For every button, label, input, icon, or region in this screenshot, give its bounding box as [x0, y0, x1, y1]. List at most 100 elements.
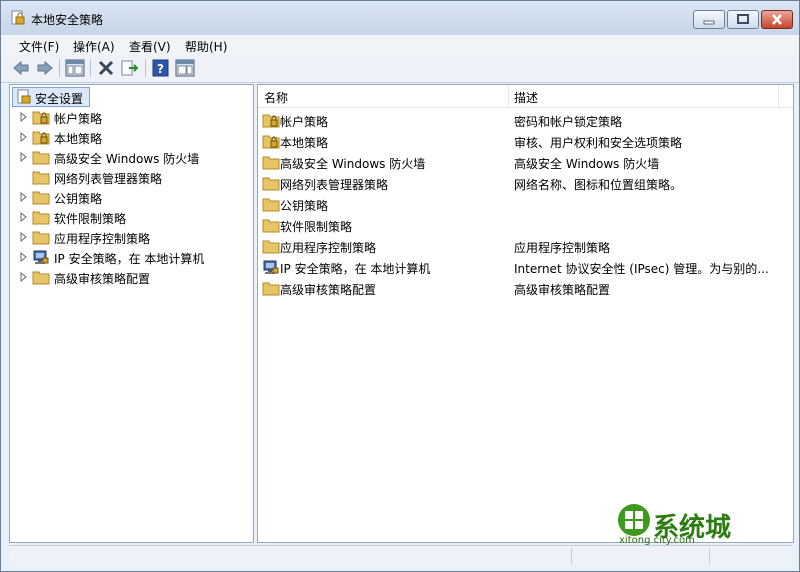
- list-item-name: 本地策略: [280, 136, 329, 150]
- list-row-app-control[interactable]: 应用程序控制策略 应用程序控制策略: [258, 236, 793, 256]
- expand-arrow-icon[interactable]: [20, 272, 28, 282]
- security-settings-icon: [17, 89, 31, 104]
- tree-item-ip-security[interactable]: IP 安全策略，在 本地计算机: [10, 248, 250, 266]
- close-button[interactable]: [761, 10, 793, 29]
- list-row-network-list[interactable]: 网络列表管理器策略 网络名称、图标和位置组策略。: [258, 173, 793, 193]
- minimize-icon: [703, 20, 715, 25]
- title-bar[interactable]: 本地安全策略: [1, 1, 799, 35]
- tree-item-network-list[interactable]: 网络列表管理器策略: [10, 168, 250, 186]
- folder-icon: [32, 231, 50, 245]
- expand-arrow-icon[interactable]: [20, 232, 28, 242]
- maximize-icon: [737, 14, 749, 24]
- list-row-account-policies[interactable]: 帐户策略 密码和帐户锁定策略: [258, 110, 793, 130]
- expand-arrow-icon[interactable]: [20, 112, 28, 122]
- list-item-description: 密码和帐户锁定策略: [514, 115, 623, 129]
- list-item-name: 公钥策略: [280, 199, 329, 213]
- list-row-firewall[interactable]: 高级安全 Windows 防火墙 高级安全 Windows 防火墙: [258, 152, 793, 172]
- expand-arrow-icon[interactable]: [20, 192, 28, 202]
- expand-arrow-icon[interactable]: [20, 152, 28, 162]
- security-policy-icon: [11, 10, 25, 25]
- tree-item-local-policies[interactable]: 本地策略: [10, 128, 250, 146]
- list-row-ip-security[interactable]: IP 安全策略，在 本地计算机 Internet 协议安全性 (IPsec) 管…: [258, 257, 793, 277]
- tree-item-account-policies[interactable]: 帐户策略: [10, 108, 250, 126]
- column-header-name[interactable]: 名称: [264, 89, 288, 106]
- tree-item-public-key[interactable]: 公钥策略: [10, 188, 250, 206]
- folder-icon: [32, 191, 50, 205]
- list-row-public-key[interactable]: 公钥策略: [258, 194, 793, 214]
- folder-icon: [262, 177, 280, 191]
- delete-icon[interactable]: [96, 59, 116, 77]
- window-title: 本地安全策略: [31, 13, 104, 27]
- folder-icon: [262, 156, 280, 170]
- menu-view[interactable]: 查看(V): [129, 38, 171, 55]
- show-hide-tree-icon[interactable]: [65, 59, 85, 77]
- watermark-url: xitong city.com: [619, 535, 695, 546]
- maximize-button[interactable]: [727, 10, 759, 29]
- menu-file[interactable]: 文件(F): [19, 38, 59, 55]
- folder-lock-icon: [32, 111, 50, 125]
- toolbar-separator: [90, 59, 91, 77]
- status-divider: [709, 548, 710, 564]
- column-header-description[interactable]: 描述: [514, 89, 538, 106]
- toolbar-separator: [59, 59, 60, 77]
- tree-item-label: 网络列表管理器策略: [54, 172, 163, 186]
- tree-item-advanced-audit[interactable]: 高级审核策略配置: [10, 268, 250, 286]
- folder-lock-icon: [32, 131, 50, 145]
- list-row-advanced-audit[interactable]: 高级审核策略配置 高级审核策略配置: [258, 278, 793, 298]
- tree-pane: 安全设置 帐户策略 本地策略 高级安全 Windows 防火墙 网络列表管理器策…: [9, 84, 254, 543]
- folder-icon: [32, 271, 50, 285]
- list-item-description: 审核、用户权利和安全选项策略: [514, 136, 683, 150]
- expand-arrow-icon[interactable]: [20, 132, 28, 142]
- status-divider: [571, 548, 572, 564]
- main-window: 本地安全策略 文件(F) 操作(A) 查看(V) 帮助(H) ? 安全设置 帐户…: [0, 0, 800, 572]
- list-item-name: IP 安全策略，在 本地计算机: [280, 262, 431, 276]
- svg-text:?: ?: [157, 62, 164, 76]
- export-list-icon[interactable]: [120, 59, 140, 77]
- list-header: 名称 描述: [258, 85, 793, 108]
- back-arrow-icon[interactable]: [11, 59, 31, 77]
- tree-root-security-settings[interactable]: 安全设置: [12, 87, 90, 107]
- list-item-description: 高级安全 Windows 防火墙: [514, 157, 660, 171]
- tree-item-label: IP 安全策略，在 本地计算机: [54, 252, 205, 266]
- help-icon[interactable]: ?: [151, 59, 171, 77]
- list-item-name: 高级安全 Windows 防火墙: [280, 157, 426, 171]
- folder-icon: [32, 171, 50, 185]
- forward-arrow-icon[interactable]: [35, 59, 55, 77]
- folder-lock-icon: [262, 114, 280, 128]
- menu-action[interactable]: 操作(A): [73, 38, 115, 55]
- folder-icon: [262, 240, 280, 254]
- list-item-description: 网络名称、图标和位置组策略。: [514, 178, 683, 192]
- list-item-description: Internet 协议安全性 (IPsec) 管理。为与别的...: [514, 262, 769, 276]
- column-divider[interactable]: [508, 85, 509, 107]
- tree-item-label: 高级安全 Windows 防火墙: [54, 152, 200, 166]
- tree-item-label: 软件限制策略: [54, 212, 127, 226]
- list-item-name: 帐户策略: [280, 115, 329, 129]
- menu-help[interactable]: 帮助(H): [185, 38, 227, 55]
- expand-arrow-icon[interactable]: [20, 252, 28, 262]
- list-item-name: 应用程序控制策略: [280, 241, 377, 255]
- tree-item-firewall[interactable]: 高级安全 Windows 防火墙: [10, 148, 250, 166]
- tree-item-label: 高级审核策略配置: [54, 272, 151, 286]
- toolbar: ?: [1, 55, 799, 83]
- tree-item-software-restriction[interactable]: 软件限制策略: [10, 208, 250, 226]
- tree-item-label: 本地策略: [54, 132, 103, 146]
- tree-item-label: 帐户策略: [54, 112, 103, 126]
- folder-lock-icon: [262, 135, 280, 149]
- folder-icon: [262, 219, 280, 233]
- tree-root-label: 安全设置: [35, 92, 84, 106]
- list-row-software-restriction[interactable]: 软件限制策略: [258, 215, 793, 235]
- list-row-local-policies[interactable]: 本地策略 审核、用户权利和安全选项策略: [258, 131, 793, 151]
- tree-item-label: 公钥策略: [54, 192, 103, 206]
- column-divider[interactable]: [778, 85, 779, 107]
- tree-item-label: 应用程序控制策略: [54, 232, 151, 246]
- list-item-description: 高级审核策略配置: [514, 283, 611, 297]
- tree-item-app-control[interactable]: 应用程序控制策略: [10, 228, 250, 246]
- minimize-button[interactable]: [693, 10, 725, 29]
- expand-arrow-icon[interactable]: [20, 212, 28, 222]
- folder-icon: [32, 211, 50, 225]
- show-action-pane-icon[interactable]: [175, 59, 195, 77]
- folder-icon: [32, 151, 50, 165]
- ip-security-icon: [263, 260, 279, 274]
- watermark-logo: 系统城 xitong city.com: [613, 499, 763, 549]
- windows-logo-icon: [618, 504, 650, 536]
